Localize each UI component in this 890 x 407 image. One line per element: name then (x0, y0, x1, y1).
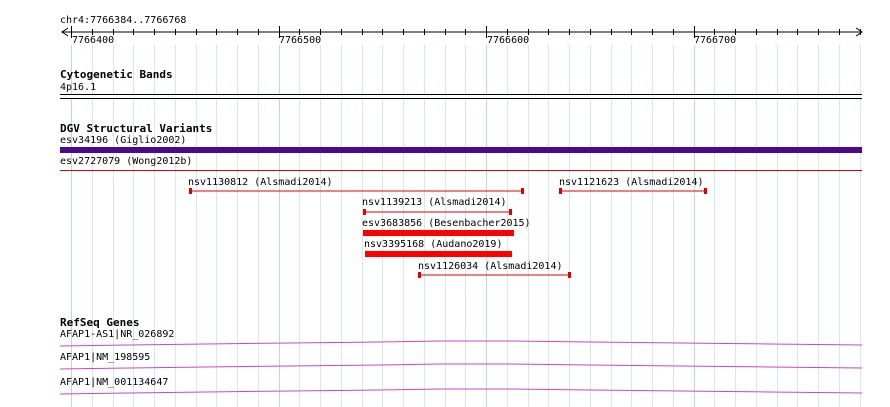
variant-range[interactable] (0, 270, 890, 282)
ruler-tick-label: 7766600 (487, 35, 530, 46)
ruler-tick-label: 7766400 (72, 35, 115, 46)
gene-model[interactable] (0, 362, 890, 376)
genome-browser-view: chr4:7766384..7766768 7766400 7766500 77… (0, 0, 890, 407)
variant-label[interactable]: esv34196 (Giglio2002) (60, 135, 186, 147)
variant-label[interactable]: esv3683856 (Besenbacher2015) (362, 218, 531, 230)
variant-label[interactable]: nsv3395168 (Audano2019) (364, 239, 502, 251)
variant-bar[interactable] (365, 251, 512, 257)
gene-model[interactable] (0, 338, 890, 352)
variant-label[interactable]: esv2727079 (Wong2012b) (60, 156, 192, 168)
variant-bar[interactable] (60, 147, 862, 153)
variant-bar[interactable] (363, 230, 514, 236)
cytoband-glyph[interactable] (60, 94, 862, 99)
ruler-tick-label: 7766500 (279, 35, 322, 46)
variant-line[interactable] (60, 170, 862, 171)
track-title-refseq[interactable]: RefSeq Genes (60, 316, 139, 329)
track-title-dgv[interactable]: DGV Structural Variants (60, 122, 212, 135)
ruler-tick-label: 7766700 (694, 35, 737, 46)
track-title-cytobands[interactable]: Cytogenetic Bands (60, 68, 173, 81)
ruler (61, 26, 863, 38)
cytoband-label[interactable]: 4p16.1 (60, 82, 96, 94)
gene-model[interactable] (0, 386, 890, 400)
